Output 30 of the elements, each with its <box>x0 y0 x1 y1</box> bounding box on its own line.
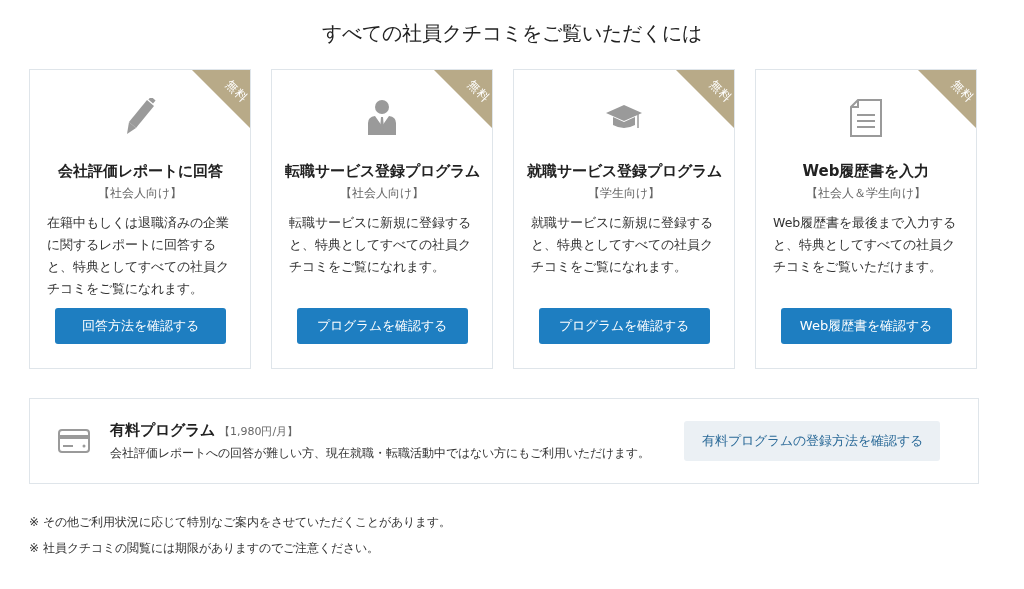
ribbon-label: 無料 <box>705 77 734 106</box>
card-description: Web履歴書を最後まで入力すると、特典としてすべての社員クチコミをご覧いただけます。 <box>773 214 958 276</box>
card-description: 在籍中もしくは退職済みの企業に関するレポートに回答すると、特典としてすべての社員クチコミをご覧になれます。 <box>47 214 230 298</box>
card-description: 就職サービスに新規に登録すると、特典としてすべての社員クチコミをご覧になれます。 <box>531 214 714 276</box>
confirm-button[interactable]: 回答方法を確認する <box>54 308 226 344</box>
confirm-button[interactable]: プログラムを確認する <box>538 308 710 344</box>
confirm-button[interactable]: プログラムを確認する <box>296 308 468 344</box>
register-method-button[interactable]: 有料プログラムの登録方法を確認する <box>684 421 940 461</box>
audience-label: 【学生向け】 <box>588 185 660 202</box>
page-heading: すべての社員クチコミをご覧いただくには <box>321 20 703 47</box>
card-title: Web履歴書を入力 <box>802 162 930 181</box>
person-icon <box>367 99 397 137</box>
card-title: 就職サービス登録プログラム <box>526 162 722 181</box>
ribbon-label: 無料 <box>463 77 492 106</box>
document-icon <box>850 99 882 137</box>
card-title: 会社評価レポートに回答 <box>57 162 223 181</box>
paid-program-description: 会社評価レポートへの回答が難しい方、現在就職・転職活動中ではない方にもご利用いただけます。 <box>110 444 651 462</box>
paid-program-title: 有料プログラム <box>110 420 215 440</box>
credit-card-icon <box>58 429 90 453</box>
ribbon-label: 無料 <box>947 77 976 106</box>
ribbon-label: 無料 <box>221 77 250 106</box>
note-text: ※ その他ご利用状況に応じて特別なご案内をさせていただくことがあります。 <box>29 514 452 531</box>
confirm-button[interactable]: Web履歴書を確認する <box>780 308 952 344</box>
card-title: 転職サービス登録プログラム <box>284 162 480 181</box>
card-description: 転職サービスに新規に登録すると、特典としてすべての社員クチコミをご覧になれます。 <box>289 214 472 276</box>
note-text: ※ 社員クチコミの閲覧には期限がありますのでご注意ください。 <box>29 540 380 557</box>
audience-label: 【社会人向け】 <box>98 185 182 202</box>
price-label: 【1,980円/月】 <box>219 423 299 439</box>
audience-label: 【社会人向け】 <box>340 185 424 202</box>
audience-label: 【社会人＆学生向け】 <box>806 185 926 202</box>
